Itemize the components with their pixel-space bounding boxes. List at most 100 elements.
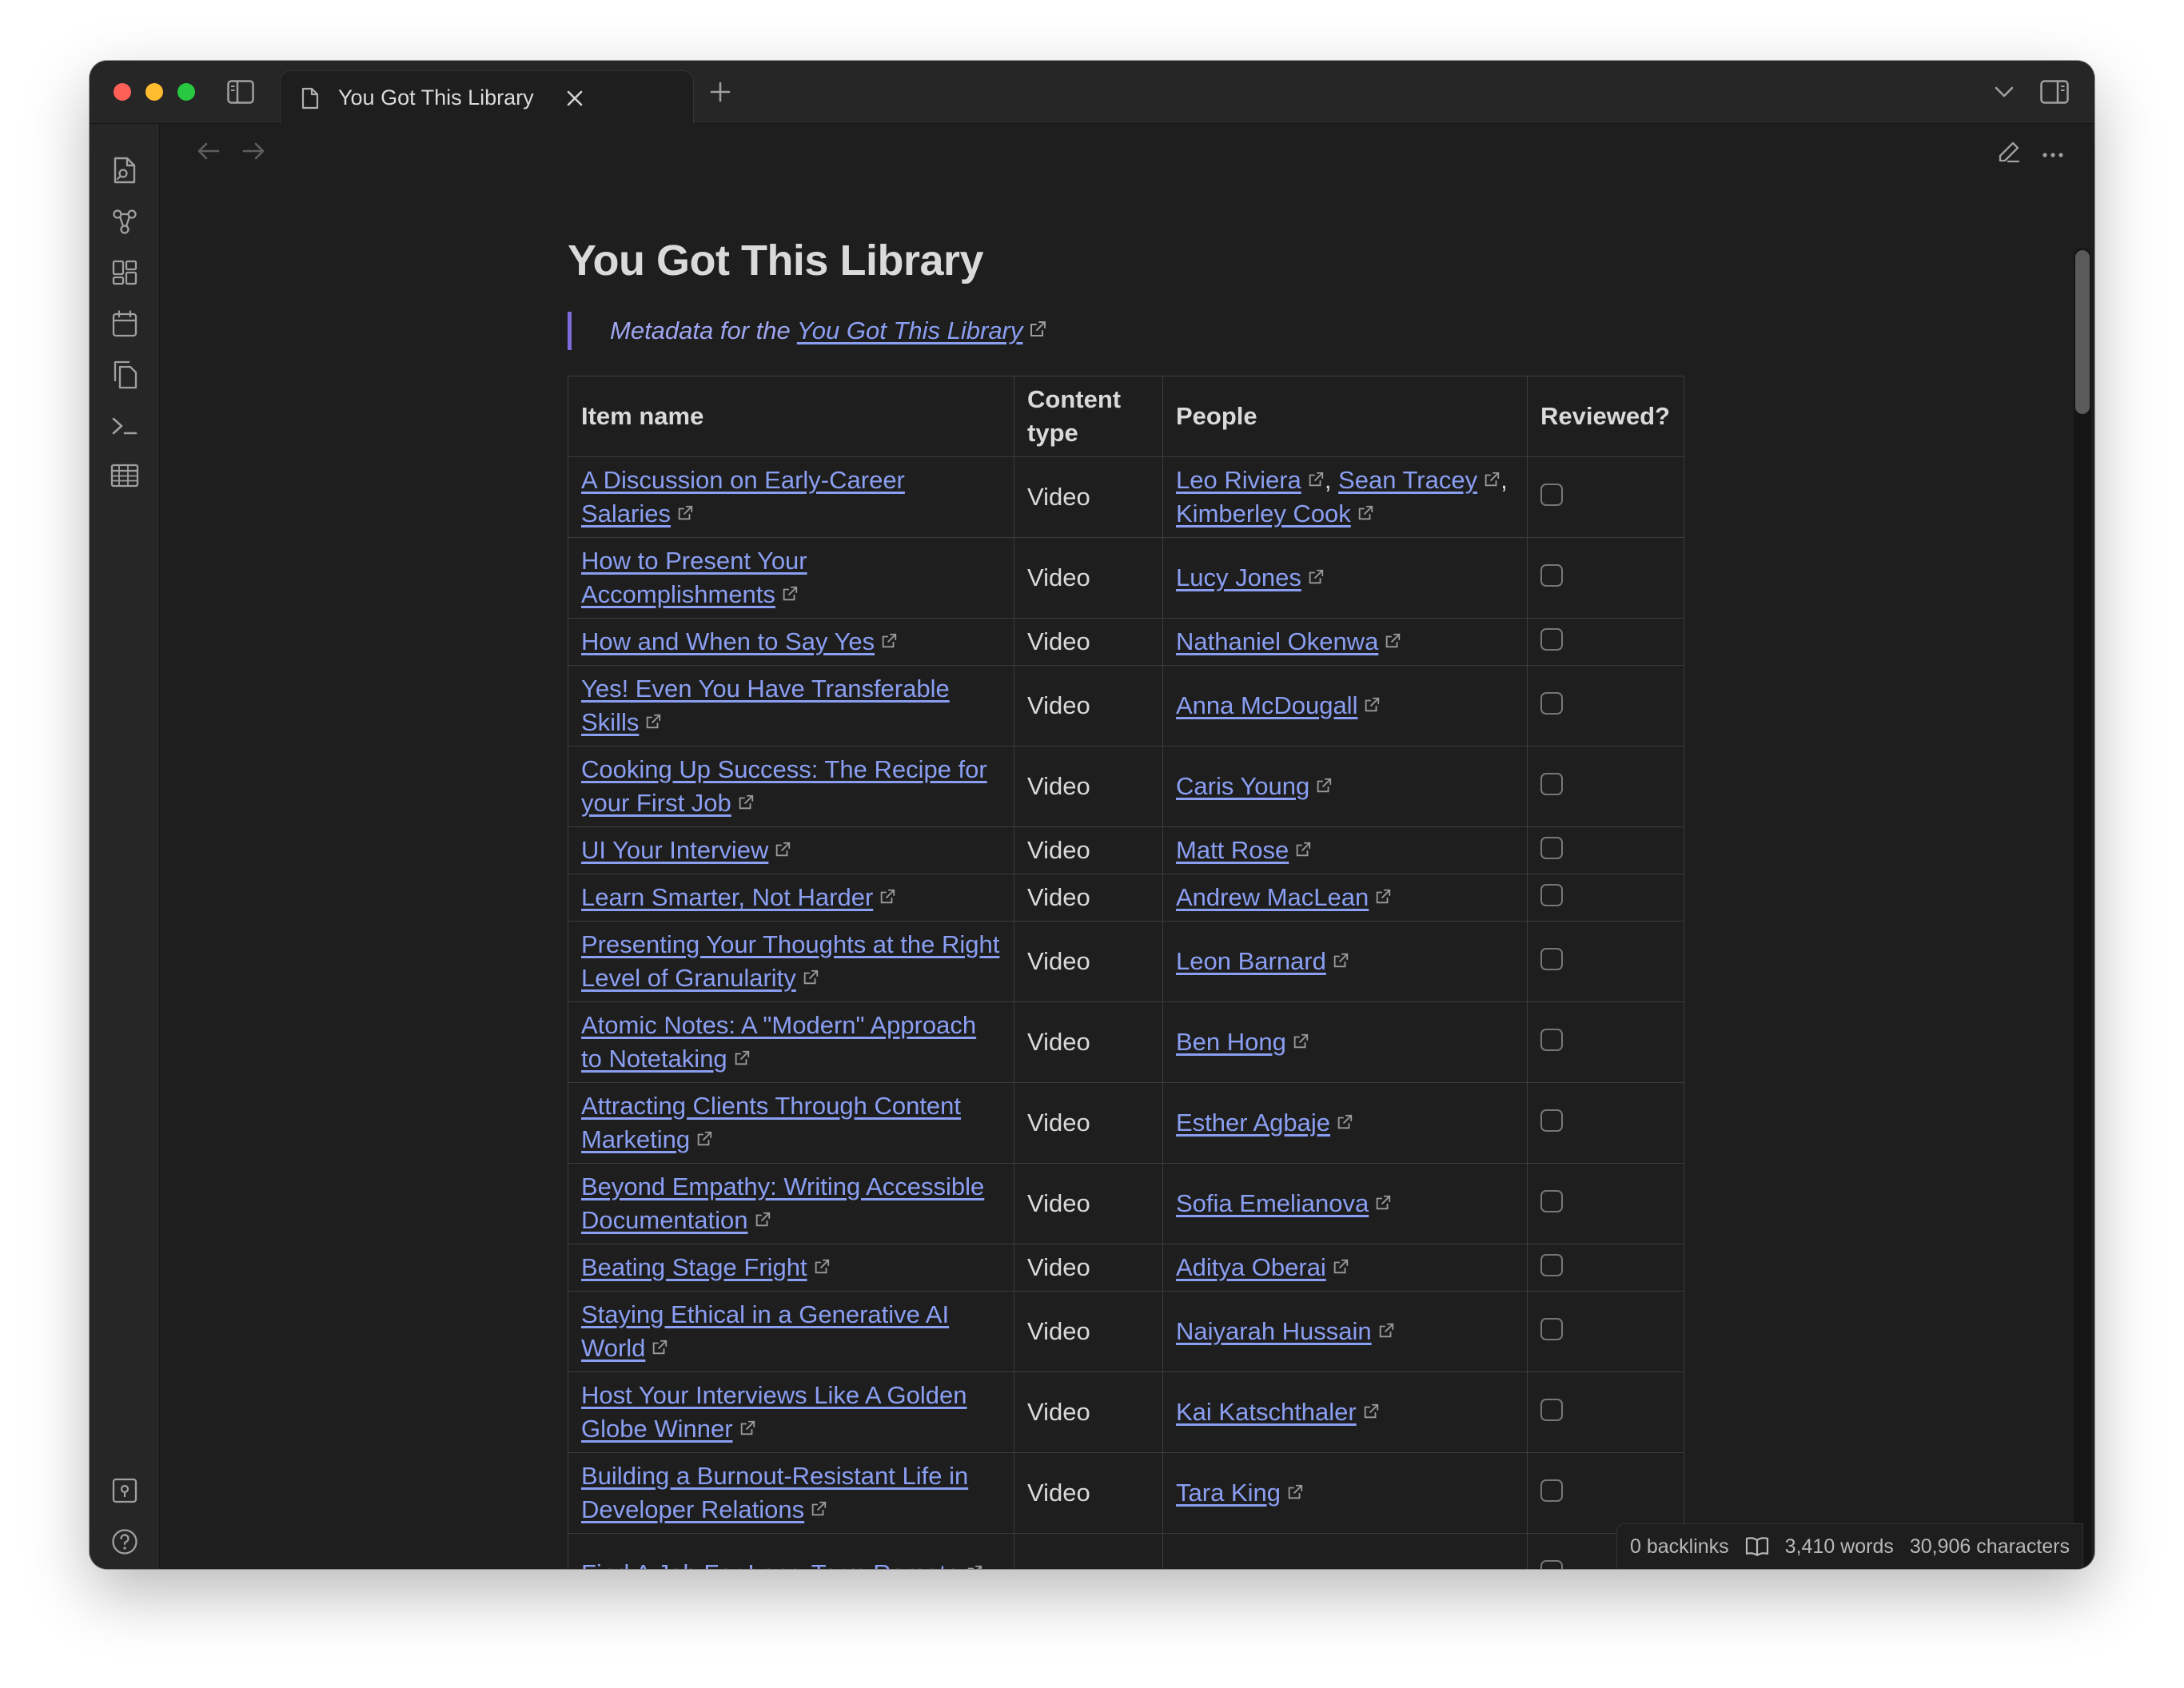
item-link[interactable]: Attracting Clients Through Content Marke…	[581, 1092, 961, 1153]
command-palette-icon[interactable]	[109, 410, 141, 442]
item-link[interactable]: How to Present Your Accomplishments	[581, 547, 807, 608]
reviewed-cell	[1527, 1082, 1684, 1164]
item-name-cell: Attracting Clients Through Content Marke…	[568, 1082, 1014, 1164]
person-link[interactable]: Andrew MacLean	[1176, 883, 1369, 911]
person-link[interactable]: Kai Katschthaler	[1176, 1398, 1357, 1426]
table-header-row: Item name Content type People Reviewed?	[568, 376, 1684, 457]
scrollbar-thumb[interactable]	[2075, 250, 2090, 414]
reviewed-checkbox[interactable]	[1540, 692, 1563, 715]
graph-view-icon[interactable]	[109, 205, 141, 237]
table-body: A Discussion on Early-Career Salaries Vid…	[568, 456, 1684, 1569]
item-link[interactable]: How and When to Say Yes	[581, 627, 875, 655]
callout-link[interactable]: You Got This Library	[797, 316, 1023, 344]
right-sidebar-toggle-icon[interactable]	[2039, 77, 2070, 107]
item-link[interactable]: Presenting Your Thoughts at the Right Le…	[581, 930, 999, 992]
person-link[interactable]: Kimberley Cook	[1176, 500, 1351, 528]
reviewed-checkbox[interactable]	[1540, 484, 1563, 506]
item-name-cell: Presenting Your Thoughts at the Right Le…	[568, 921, 1014, 1002]
reviewed-checkbox[interactable]	[1540, 1109, 1563, 1132]
reviewed-checkbox[interactable]	[1540, 884, 1563, 906]
item-link[interactable]: Learn Smarter, Not Harder	[581, 883, 873, 911]
edit-pencil-icon[interactable]	[1997, 140, 2021, 168]
reviewed-cell	[1527, 665, 1684, 746]
tab-you-got-this-library[interactable]: You Got This Library	[280, 70, 694, 125]
more-options-icon[interactable]	[2042, 148, 2064, 162]
metadata-callout: Metadata for the You Got This Library	[568, 312, 1329, 350]
person-link[interactable]: Aditya Oberai	[1176, 1253, 1326, 1281]
reading-mode-book-icon[interactable]	[1745, 1536, 1769, 1557]
help-icon[interactable]	[109, 1526, 141, 1558]
canvas-icon[interactable]	[109, 257, 141, 289]
item-link[interactable]: UI Your Interview	[581, 836, 768, 864]
person-link[interactable]: Sofia Emelianova	[1176, 1189, 1369, 1217]
tab-list-chevron-down-icon[interactable]	[1991, 78, 2018, 106]
person-link[interactable]: Sean Tracey	[1338, 466, 1477, 494]
item-link[interactable]: Cooking Up Success: The Recipe for your …	[581, 755, 987, 817]
person-link[interactable]: Ben Hong	[1176, 1028, 1286, 1056]
item-link[interactable]: Beyond Empathy: Writing Accessible Docum…	[581, 1172, 984, 1234]
table-row: Beating Stage Fright Video Aditya Oberai	[568, 1244, 1684, 1292]
content-type-cell: Video	[1014, 826, 1163, 874]
item-link[interactable]: Find A Job For Long-Term Remote	[581, 1559, 960, 1569]
backlinks-count[interactable]: 0 backlinks	[1630, 1535, 1729, 1559]
minimize-window-button[interactable]	[145, 83, 163, 101]
reviewed-checkbox[interactable]	[1540, 1029, 1563, 1051]
item-link[interactable]: Host Your Interviews Like A Golden Globe…	[581, 1381, 967, 1443]
callout-text: Metadata for the	[610, 316, 797, 344]
new-tab-icon[interactable]	[705, 77, 735, 107]
content-type-cell: Video	[1014, 921, 1163, 1002]
templates-copy-icon[interactable]	[109, 359, 141, 391]
external-link-icon	[1483, 464, 1501, 497]
sidebar-toggle-icon[interactable]	[225, 77, 256, 107]
scrollbar-track[interactable]	[2074, 248, 2091, 1569]
item-link[interactable]: Beating Stage Fright	[581, 1253, 807, 1281]
person-link[interactable]: Esther Agbaje	[1176, 1109, 1330, 1137]
content-type-cell: Video	[1014, 456, 1163, 538]
person-link[interactable]: Nathaniel Okenwa	[1176, 627, 1378, 655]
quick-switcher-icon[interactable]	[109, 154, 141, 186]
external-link-icon	[813, 1251, 831, 1284]
reviewed-checkbox[interactable]	[1540, 773, 1563, 795]
external-link-icon	[774, 834, 791, 867]
reviewed-checkbox[interactable]	[1540, 1254, 1563, 1276]
table-row: UI Your Interview Video Matt Rose	[568, 826, 1684, 874]
person-link[interactable]: Naiyarah Hussain	[1176, 1317, 1372, 1345]
reviewed-checkbox[interactable]	[1540, 1479, 1563, 1502]
reviewed-checkbox[interactable]	[1540, 1560, 1563, 1569]
person-link[interactable]: Lucy Jones	[1176, 563, 1301, 591]
tab-title: You Got This Library	[338, 86, 534, 109]
maximize-window-button[interactable]	[177, 83, 195, 101]
table-icon[interactable]	[109, 460, 141, 492]
daily-note-calendar-icon[interactable]	[109, 308, 141, 340]
people-cell: Leo Riviera, Sean Tracey, Kimberley Cook	[1162, 456, 1528, 538]
reviewed-checkbox[interactable]	[1540, 1318, 1563, 1340]
external-link-icon	[1332, 1251, 1349, 1284]
library-table: Item name Content type People Reviewed? …	[568, 376, 1684, 1569]
person-link[interactable]: Tara King	[1176, 1479, 1281, 1507]
reviewed-checkbox[interactable]	[1540, 948, 1563, 970]
item-link[interactable]: Yes! Even You Have Transferable Skills	[581, 675, 950, 736]
reviewed-checkbox[interactable]	[1540, 837, 1563, 859]
vault-icon[interactable]	[109, 1475, 141, 1507]
reviewed-checkbox[interactable]	[1540, 564, 1563, 587]
external-link-icon	[651, 1332, 668, 1365]
reviewed-checkbox[interactable]	[1540, 628, 1563, 651]
item-link[interactable]: Atomic Notes: A "Modern" Approach to Not…	[581, 1011, 976, 1073]
person-link[interactable]: Anna McDougall	[1176, 691, 1357, 719]
person-link[interactable]: Caris Young	[1176, 772, 1309, 800]
reviewed-checkbox[interactable]	[1540, 1190, 1563, 1212]
person-link[interactable]: Leo Riviera	[1176, 466, 1301, 494]
external-link-icon	[1374, 881, 1392, 914]
reviewed-checkbox[interactable]	[1540, 1399, 1563, 1421]
close-window-button[interactable]	[114, 83, 131, 101]
close-tab-icon[interactable]	[562, 86, 588, 111]
forward-arrow-icon[interactable]	[241, 141, 265, 165]
person-link[interactable]: Matt Rose	[1176, 836, 1289, 864]
content-type-cell: Video	[1014, 1372, 1163, 1453]
person-link[interactable]: Leon Barnard	[1176, 947, 1326, 975]
item-link[interactable]: A Discussion on Early-Career Salaries	[581, 466, 905, 528]
table-row: Beyond Empathy: Writing Accessible Docum…	[568, 1163, 1684, 1244]
item-link[interactable]: Building a Burnout-Resistant Life in Dev…	[581, 1462, 968, 1523]
item-link[interactable]: Staying Ethical in a Generative AI World	[581, 1300, 949, 1362]
back-arrow-icon[interactable]	[197, 141, 221, 165]
